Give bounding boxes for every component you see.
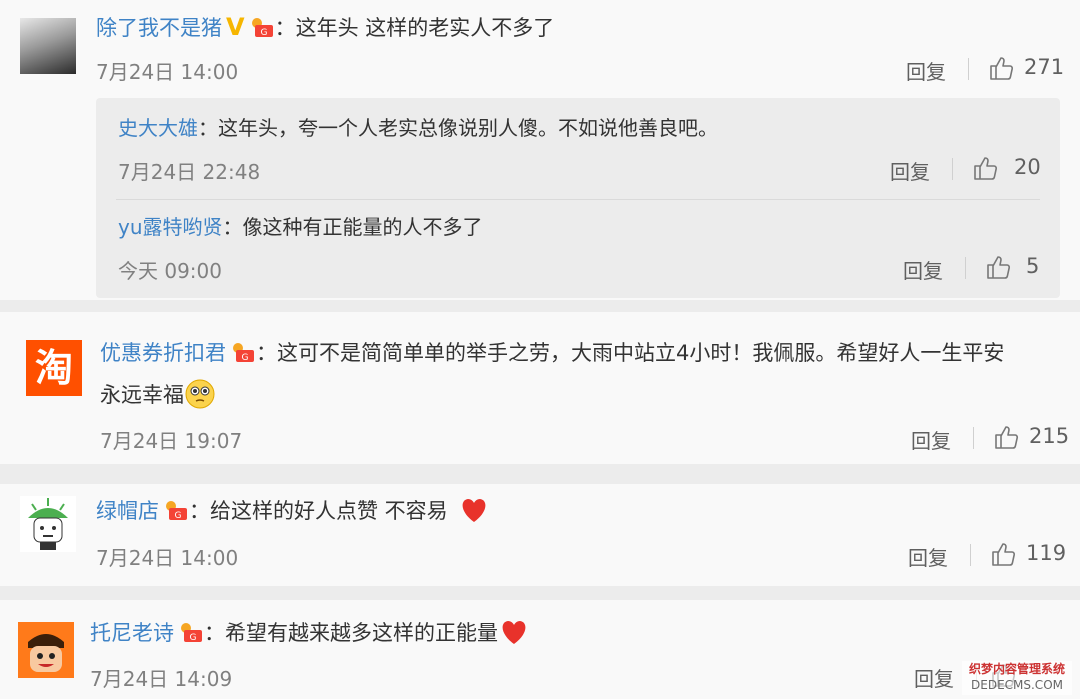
avatar[interactable]	[20, 18, 76, 74]
comment-line: 托尼老诗 G ：希望有越来越多这样的正能量	[90, 618, 530, 650]
username-link[interactable]: 除了我不是猪	[96, 16, 222, 40]
divider	[0, 586, 1080, 600]
reply-button[interactable]: 回复	[914, 663, 954, 692]
comment-text: 这可不是简简单单的举手之劳，大雨中站立4小时！我佩服。希望好人一生平安	[277, 341, 1005, 365]
comment-card: 除了我不是猪 V G ：这年头 这样的老实人不多了 7月24日 14:00 回复 27…	[0, 0, 1080, 300]
reply-text: 像这种有正能量的人不多了	[242, 215, 483, 239]
reply-button[interactable]: 回复	[906, 56, 946, 85]
avatar[interactable]: 淘	[26, 340, 82, 396]
comment-line: 优惠券折扣君 G ：这可不是简简单单的举手之劳，大雨中站立4小时！我佩服。希望好人一…	[100, 338, 1004, 368]
username-link[interactable]: yu露特哟贤	[118, 215, 223, 239]
svg-text:G: G	[190, 633, 197, 643]
timestamp: 7月24日 14:00	[96, 60, 239, 84]
comment-card: 淘 优惠券折扣君 G ：这可不是简简单单的举手之劳，大雨中站立4小时！我佩服。希望好…	[0, 312, 1080, 464]
username-link[interactable]: 史大大雄	[118, 116, 198, 140]
fan-badge-icon: G	[233, 343, 254, 363]
comment-line: 绿帽店 G ：给这样的好人点赞 不容易	[96, 496, 490, 528]
watermark-line-1: 织梦内容管理系统	[968, 662, 1065, 676]
reply-button[interactable]: 回复	[890, 156, 930, 185]
comment-line-2: 永远幸福	[100, 379, 216, 412]
svg-text:G: G	[242, 353, 249, 363]
comment-card: 绿帽店 G ：给这样的好人点赞 不容易 7月24日 14:00 回复 119	[0, 484, 1080, 586]
divider	[952, 158, 953, 180]
comment-text: 永远幸福	[100, 383, 184, 407]
like-count: 20	[1014, 155, 1041, 179]
like-count: 215	[1029, 424, 1070, 448]
reply-button[interactable]: 回复	[908, 542, 948, 571]
thumbs-up-icon[interactable]	[985, 254, 1011, 280]
verified-v-icon: V	[226, 13, 245, 41]
username-link[interactable]: 优惠券折扣君	[100, 341, 226, 365]
separator: ：	[198, 116, 218, 140]
thumbs-up-icon[interactable]	[990, 541, 1016, 567]
red-heart-emoji	[502, 621, 526, 644]
watermark-line-2: DEDECMS.COM	[971, 678, 1063, 692]
separator: ：	[222, 215, 243, 239]
reply-line: 史大大雄：这年头，夸一个人老实总像说别人傻。不如说他善良吧。	[118, 113, 718, 143]
separator: ：	[256, 341, 277, 365]
red-heart-emoji	[462, 499, 486, 522]
like-count: 119	[1026, 541, 1067, 565]
divider	[116, 199, 1040, 200]
divider	[968, 58, 969, 80]
separator: ：	[204, 621, 225, 645]
timestamp: 今天 09:00	[118, 259, 222, 283]
like-count: 5	[1026, 254, 1040, 278]
comment-card: 托尼老诗 G ：希望有越来越多这样的正能量 7月24日 14:09 回复	[0, 600, 1080, 699]
comment-text: 给这样的好人点赞 不容易	[210, 499, 448, 523]
comment-text: 希望有越来越多这样的正能量	[225, 621, 498, 645]
separator: ：	[274, 16, 296, 40]
thumbs-up-icon[interactable]	[988, 55, 1014, 81]
reply-line: yu露特哟贤：像这种有正能量的人不多了	[118, 212, 483, 242]
pleading-face-emoji	[185, 379, 215, 409]
divider	[965, 257, 966, 279]
comment-line: 除了我不是猪 V G ：这年头 这样的老实人不多了	[96, 13, 554, 44]
taobao-logo: 淘	[34, 346, 73, 390]
timestamp: 7月24日 22:48	[118, 160, 261, 184]
reply-text: 这年头，夸一个人老实总像说别人傻。不如说他善良吧。	[218, 116, 718, 140]
reply-button[interactable]: 回复	[911, 425, 951, 454]
timestamp: 7月24日 14:09	[90, 667, 233, 691]
green-hat-avatar-icon	[28, 498, 68, 550]
divider	[0, 464, 1080, 484]
fan-badge-icon: G	[166, 501, 187, 521]
timestamp: 7月24日 14:00	[96, 546, 239, 570]
svg-text:G: G	[175, 511, 182, 521]
divider	[973, 427, 974, 449]
avatar[interactable]	[20, 496, 76, 552]
divider	[0, 300, 1080, 312]
comment-text: 这年头 这样的老实人不多了	[295, 16, 555, 40]
divider	[970, 544, 971, 566]
separator: ：	[189, 499, 210, 523]
watermark: 织梦内容管理系统 DEDECMS.COM	[962, 661, 1072, 695]
avatar[interactable]	[18, 622, 74, 678]
thumbs-up-icon[interactable]	[993, 424, 1019, 450]
cartoon-avatar-icon	[28, 634, 64, 672]
fan-badge-icon: G	[181, 623, 202, 643]
username-link[interactable]: 托尼老诗	[90, 621, 174, 645]
svg-text:G: G	[260, 28, 267, 38]
timestamp: 7月24日 19:07	[100, 429, 243, 453]
like-count: 271	[1024, 55, 1065, 79]
username-link[interactable]: 绿帽店	[96, 499, 159, 523]
thumbs-up-icon[interactable]	[972, 155, 998, 181]
fan-badge-icon: G	[251, 18, 273, 38]
reply-button[interactable]: 回复	[903, 255, 943, 284]
